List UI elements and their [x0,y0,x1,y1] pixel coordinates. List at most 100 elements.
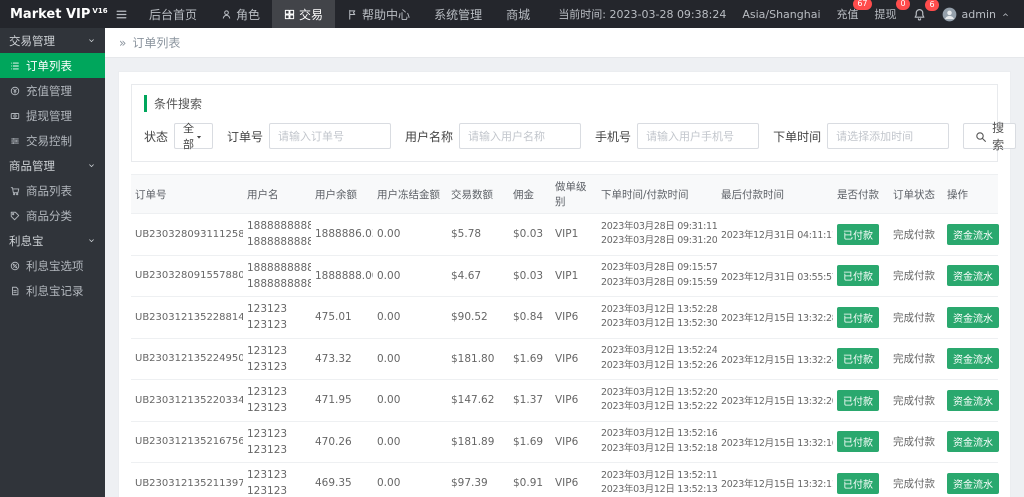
sidebar-section-label: 利息宝 [9,233,44,248]
search-icon [976,131,987,142]
cell-time-lines: 2023年03月12日 13:52:11 2023年03月12日 13:52:13 [597,465,717,497]
search-icon-slot [975,129,987,143]
cell-line: 123123 [247,344,288,357]
withdraw-link[interactable]: 提现 0 [875,0,910,22]
cell-balance: 470.26 [315,435,352,448]
chevron-down-icon [89,239,94,243]
column-header: 用户名 [247,188,279,201]
menu-toggle-button[interactable] [105,0,137,28]
topnav-item-1[interactable]: 角色 [209,0,272,28]
breadcrumb-symbol: » [119,35,127,50]
sidebar-item-1-0[interactable]: 商品列表 [0,178,105,203]
topnav-item-label: 系统管理 [434,7,483,22]
phone-input[interactable] [637,123,760,149]
cell-amount: $181.80 [451,352,495,365]
sidebar-item-label: 利息宝选项 [26,258,84,273]
notifications-button[interactable]: 6 [913,0,939,21]
column-header: 用户余额 [315,188,357,201]
order-time-input[interactable] [827,123,950,149]
sidebar-section-0[interactable]: 交易管理 [0,28,105,53]
interest-records-icon [12,286,19,295]
table-body: UB23032809311125861888888888818888888888… [131,214,999,497]
topnav-item-4[interactable]: 系统管理 [422,0,494,28]
recharge-label: 充值 [836,8,859,21]
user-menu[interactable]: admin [942,7,1010,22]
sidebar-item-0-3[interactable]: 交易控制 [0,128,105,153]
fund-flow-button[interactable]: 资金流水 [947,472,999,494]
cell-user-lines: 18888888888 18888888888 [243,256,311,297]
cell-line: 123123 [247,386,288,399]
recharge-link[interactable]: 充值 67 [836,0,872,22]
paid-status-button[interactable]: 已付款 [837,265,879,287]
sidebar-item-2-0[interactable]: 利息宝选项 [0,253,105,278]
paid-status-button[interactable]: 已付款 [837,223,879,245]
cell-balance: 473.32 [315,352,352,365]
grid-icon [284,9,295,19]
table-row: UB23032809311125861888888888818888888888… [131,214,999,256]
fund-flow-button[interactable]: 资金流水 [947,389,999,411]
bell-icon-slot [913,7,926,21]
cell-time-lines: 2023年03月12日 13:52:24 2023年03月12日 13:52:26 [597,340,717,377]
sidebar-section-2[interactable]: 利息宝 [0,228,105,253]
cell-paid: 已付款 [833,220,889,249]
paid-status-button[interactable]: 已付款 [837,389,879,411]
cell-order-no: UB2303121352113979 [135,477,243,489]
breadcrumb-label: 订单列表 [132,36,181,50]
recharge-badge: 67 [853,0,872,10]
order-no-input[interactable] [269,123,392,149]
sidebar-item-0-2[interactable]: 提现管理 [0,103,105,128]
search-button[interactable]: 搜 索 [963,121,1017,152]
cell-paid: 已付款 [833,303,889,332]
timezone-selector[interactable]: Asia/Shanghai [742,8,820,21]
user-icon [222,9,231,19]
topnav-item-label: 角色 [236,7,261,22]
cell-commission: $0.91 [513,477,544,490]
sidebar-item-0-1[interactable]: 充值管理 [0,78,105,103]
paid-status-button[interactable]: 已付款 [837,472,879,494]
chevron-down-icon [89,164,94,168]
status-select[interactable]: 全部 [174,122,214,151]
cell-commission: $1.69 [513,435,544,448]
paid-status-button[interactable]: 已付款 [837,306,879,328]
sidebar-item-0-0[interactable]: 订单列表 [0,53,105,78]
cell-amount: $181.89 [451,435,495,448]
sidebar-item-1-1[interactable]: 商品分类 [0,203,105,228]
topnav-item-2[interactable]: 交易 [272,0,336,28]
cell-level: VIP1 [555,228,579,241]
paid-status-button[interactable]: 已付款 [837,431,879,453]
brand-logo[interactable]: Market VIP V16 [0,0,108,28]
paid-status-button[interactable]: 已付款 [837,348,879,370]
cell-last-pay-time: 2023年12月15日 13:32:28 [721,313,833,325]
fund-flow-button[interactable]: 资金流水 [947,306,999,328]
cell-order-no: UB2303121352203348 [135,394,243,406]
sidebar-item-label: 商品分类 [26,208,72,223]
user-name-input[interactable] [459,123,582,149]
cell-last-pay-time: 2023年12月15日 13:32:11 [721,479,833,491]
cell-commission: $1.69 [513,352,544,365]
search-form: 状态 全部 订单号 用户名称 手机号 下单时间 [144,121,1017,152]
cell-line: 18888888888 [247,277,311,290]
topnav-item-0[interactable]: 后台首页 [137,0,209,28]
topnav-item-5[interactable]: 商城 [494,0,542,28]
order-time-label: 下单时间 [773,129,822,144]
fund-flow-button[interactable]: 资金流水 [947,431,999,453]
fund-flow-button[interactable]: 资金流水 [947,265,999,287]
sidebar-item-2-1[interactable]: 利息宝记录 [0,278,105,303]
fund-flow-button[interactable]: 资金流水 [947,223,999,245]
chevron-up-icon [1003,13,1008,17]
recharge-icon [10,86,20,95]
sidebar-section-1[interactable]: 商品管理 [0,153,105,178]
column-header: 做单级别 [555,181,587,208]
table-row: UB23032809155788091888888888818888888888… [131,256,999,298]
notifications-badge: 6 [925,0,939,12]
cell-amount: $97.39 [451,477,488,490]
fund-flow-button[interactable]: 资金流水 [947,348,999,370]
app-window: Market VIP V16 后台首页 角色 交易 帮助中心 系统管理 商城 当前时间: … [0,0,1024,497]
column-header: 操作 [947,188,968,201]
cell-paid: 已付款 [833,386,889,415]
column-header: 下单时间/付款时间 [601,188,689,201]
topnav-item-label: 后台首页 [149,7,198,22]
cell-order-no: UB2303121352167560 [135,436,243,448]
cell-status: 完成付款 [893,270,935,283]
topnav-item-3[interactable]: 帮助中心 [335,0,422,28]
